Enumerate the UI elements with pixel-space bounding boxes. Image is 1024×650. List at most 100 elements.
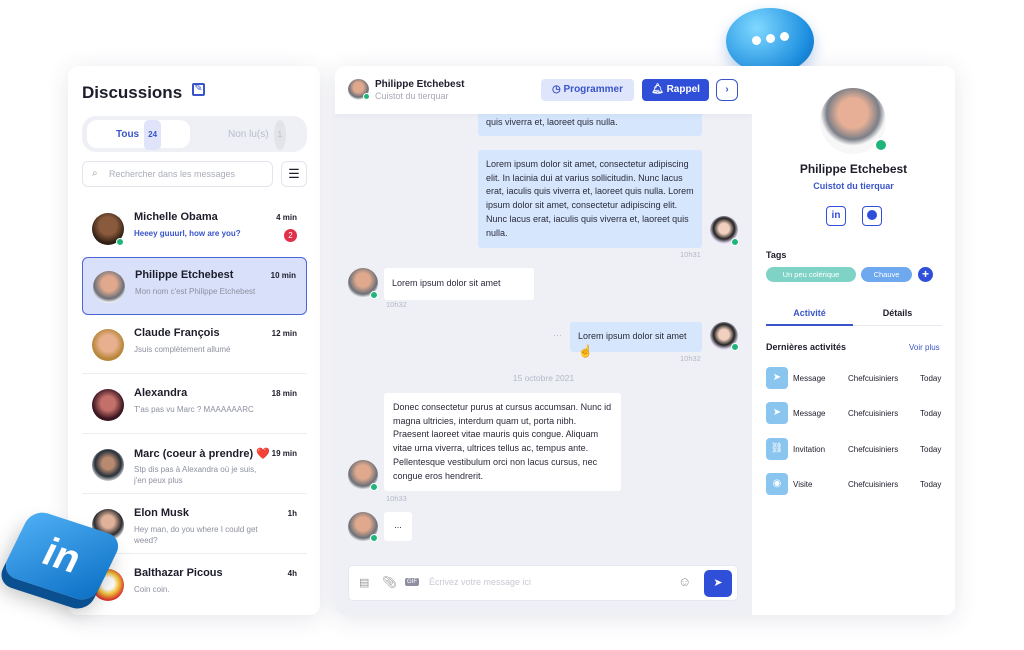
message-time: 10 min	[270, 271, 296, 280]
reminder-label: Rappel	[666, 84, 700, 95]
conversation-item-selected[interactable]: Philippe Etchebest 10 min Mon nom c'est …	[82, 257, 307, 315]
online-indicator	[363, 93, 370, 100]
activity-group: Chefcuisiniers	[848, 445, 899, 454]
activity-date: Today	[920, 445, 942, 454]
activity-row[interactable]: ➤ Message Chefcuisiniers Today	[766, 402, 946, 424]
tab-unread[interactable]: Non lu(s) 1	[212, 120, 302, 150]
tag-chip[interactable]: Un peu colérique	[766, 267, 856, 282]
activity-row[interactable]: ➤ Message Chefcuisiniers Today	[766, 367, 946, 389]
conversation-item[interactable]: Alexandra 18 min T'as pas vu Marc ? MAAA…	[82, 376, 307, 434]
tag-chip[interactable]: Chauve	[861, 267, 912, 282]
gif-button[interactable]: GIF	[405, 578, 419, 586]
send-icon: ➤	[713, 577, 723, 589]
message-input[interactable]: Écrivez votre message ici	[429, 577, 531, 587]
clock-icon: ◷	[552, 84, 564, 95]
activity-row[interactable]: ⛓︎ Invitation Chefcuisiniers Today	[766, 438, 946, 460]
online-indicator	[731, 238, 739, 246]
contact-subtitle: Cuistot du tierquar	[375, 91, 449, 101]
chat-header: Philippe Etchebest Cuistot du tierquar ◷…	[335, 66, 752, 114]
conversation-item[interactable]: Michelle Obama 4 min Heeey guuurl, how a…	[82, 200, 307, 258]
activity-type: Message	[793, 374, 826, 383]
conversation-card: Philippe Etchebest Cuistot du tierquar ◷…	[335, 66, 955, 615]
online-indicator	[370, 534, 378, 542]
message-preview: Jsuis complètement allumé	[134, 345, 231, 354]
reminder-button[interactable]: 🔔︎ Rappel	[642, 79, 709, 101]
avatar	[92, 449, 124, 481]
tab-all[interactable]: Tous 24	[87, 120, 190, 150]
message-time: 18 min	[271, 389, 297, 398]
contact-name: Elon Musk	[134, 507, 190, 519]
search-icon: ⌕	[92, 168, 98, 179]
received-message: Donec consectetur purus at cursus accums…	[384, 393, 621, 492]
active-tab-indicator	[766, 324, 853, 326]
message-time: 1h	[287, 509, 297, 518]
contact-name: Alexandra	[134, 387, 188, 399]
message-options-icon[interactable]: ···	[553, 330, 562, 340]
online-indicator	[116, 238, 124, 246]
schedule-button[interactable]: ◷ Programmer	[541, 79, 634, 101]
tab-unread-count: 1	[273, 120, 287, 150]
message-preview: Mon nom c'est Philippe Etchebest	[135, 287, 256, 296]
received-message: Lorem ipsum dolor sit amet	[384, 268, 534, 300]
conversation-item[interactable]: Claude François 12 min Jsuis complètemen…	[82, 316, 307, 374]
cursor-hand-icon: ☝	[578, 344, 593, 358]
contact-name: Philippe Etchebest	[135, 269, 234, 281]
compose-icon[interactable]: ✎	[192, 83, 205, 96]
online-indicator	[731, 343, 739, 351]
conversation-item[interactable]: Balthazar Picous 4h Coin coin.	[82, 556, 307, 614]
online-indicator	[874, 138, 888, 152]
activity-group: Chefcuisiniers	[848, 374, 899, 383]
message-time: 4 min	[276, 213, 297, 222]
message-preview: Heeey guuurl, how are you?	[134, 229, 241, 238]
see-more-link[interactable]: Voir plus	[909, 343, 940, 352]
filter-settings-button[interactable]: ☰	[281, 161, 307, 187]
attachment-icon[interactable]: 📎︎	[382, 575, 397, 589]
message-time: 19 min	[271, 449, 297, 458]
chevron-right-icon: ›	[725, 84, 729, 95]
activity-date: Today	[920, 374, 942, 383]
schedule-label: Programmer	[563, 84, 623, 95]
activity-type: Message	[793, 409, 826, 418]
contact-name: Balthazar Picous	[134, 567, 223, 579]
activity-row[interactable]: ◉ Visite Chefcuisiniers Today	[766, 473, 946, 495]
profile-subtitle: Cuistot du tierquar	[813, 181, 894, 191]
message-preview: Hey man, do you where I could get weed?	[134, 525, 258, 545]
message-time: 12 min	[271, 329, 297, 338]
typing-indicator: ...	[384, 512, 412, 541]
linkedin-icon[interactable]: in	[826, 206, 846, 226]
link-icon: ⛓︎	[766, 438, 788, 460]
add-tag-button[interactable]: +	[918, 267, 933, 282]
message-time: 10h31	[680, 250, 701, 259]
unread-count-badge: 2	[284, 229, 297, 242]
contact-profile-panel: Philippe Etchebest Cuistot du tierquar i…	[752, 66, 955, 615]
message-time: 10h33	[386, 494, 407, 503]
expand-profile-button[interactable]: ›	[716, 79, 738, 101]
tab-all-label: Tous	[115, 129, 140, 140]
website-icon[interactable]	[862, 206, 882, 226]
search-input[interactable]: ⌕ Rechercher dans les messages	[82, 161, 273, 187]
tab-all-count: 24	[144, 120, 162, 150]
sent-message: Lorem ipsum dolor sit amet, consectetur …	[478, 150, 702, 249]
avatar	[92, 329, 124, 361]
activity-date: Today	[920, 409, 942, 418]
chat-area: Philippe Etchebest Cuistot du tierquar ◷…	[335, 66, 752, 615]
avatar	[92, 389, 124, 421]
filter-tabs: Tous 24 Non lu(s) 1	[82, 116, 307, 152]
activity-type: Visite	[793, 480, 813, 489]
note-icon[interactable]: ▤	[359, 576, 369, 589]
contact-name: Claude François	[134, 327, 220, 339]
sliders-icon: ☰	[288, 166, 300, 181]
tab-details[interactable]: Détails	[853, 308, 942, 318]
discussions-title: Discussions	[82, 83, 183, 102]
tab-unread-label: Non lu(s)	[227, 129, 269, 140]
contact-name: Michelle Obama	[134, 211, 218, 223]
message-preview: Stp dis pas à Alexandra où je suis, j'en…	[134, 465, 257, 485]
contact-name: Marc (coeur à prendre) ❤️	[134, 448, 270, 460]
emoji-icon[interactable]: ☺	[678, 574, 691, 589]
tab-activity[interactable]: Activité	[766, 308, 853, 318]
activities-title: Dernières activités	[766, 342, 847, 352]
activity-date: Today	[920, 480, 942, 489]
conversation-item[interactable]: Marc (coeur à prendre) ❤️ 19 min Stp dis…	[82, 436, 307, 494]
send-button[interactable]: ➤	[704, 570, 732, 597]
search-placeholder: Rechercher dans les messages	[109, 169, 236, 179]
